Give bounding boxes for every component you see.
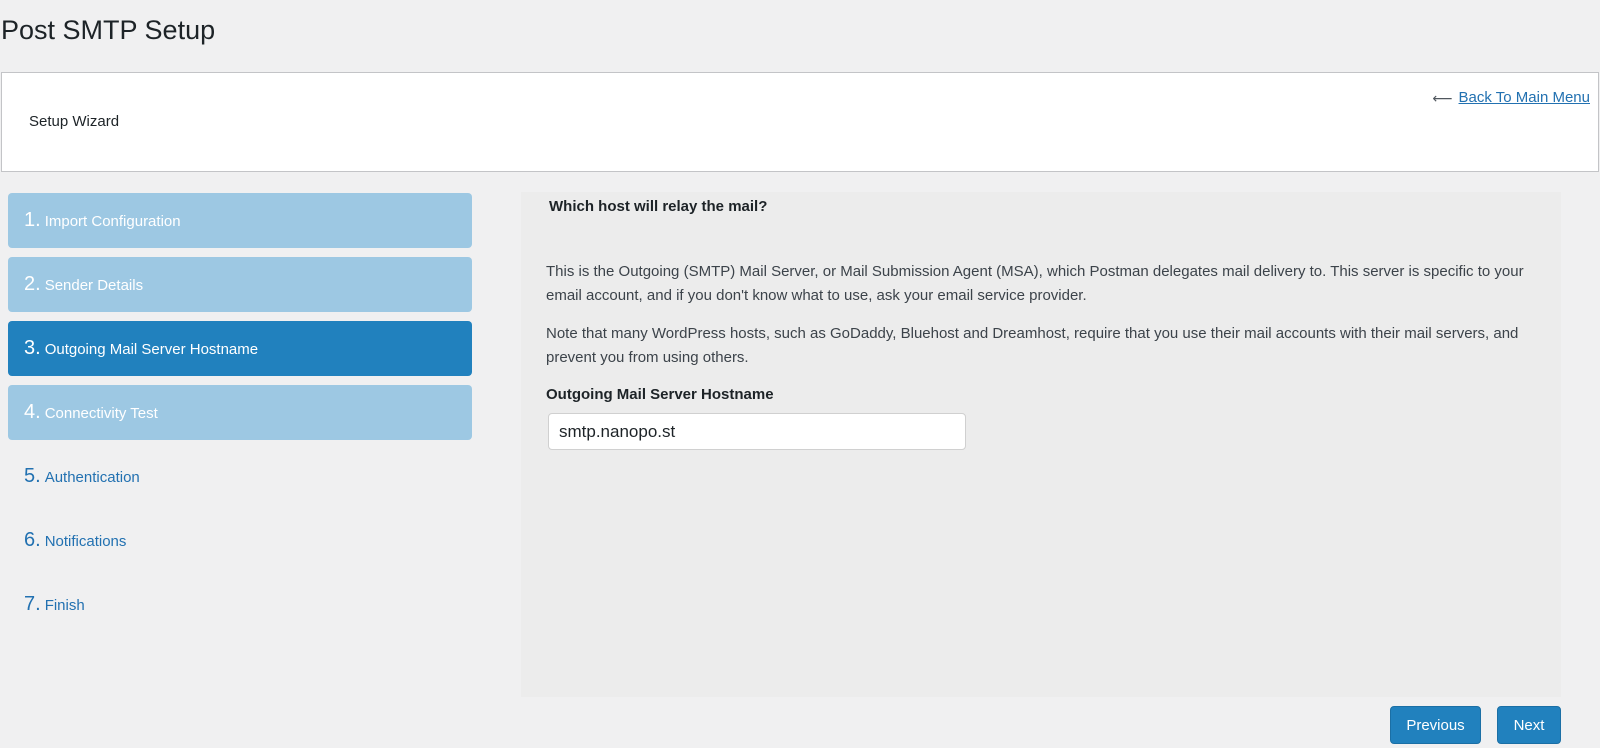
step-number: 5. [24, 465, 41, 487]
step-label: Outgoing Mail Server Hostname [44, 341, 259, 358]
step-content-panel: Which host will relay the mail? This is … [521, 192, 1561, 697]
wizard-header: Setup Wizard ⟵ Back To Main Menu [1, 72, 1599, 172]
step-label: Finish [44, 597, 85, 614]
step-question: Which host will relay the mail? [549, 198, 768, 215]
arrow-left-icon: ⟵ [1432, 89, 1453, 106]
step-label: Connectivity Test [44, 405, 158, 422]
next-button[interactable]: Next [1497, 706, 1561, 744]
step-connectivity-test[interactable]: 4. Connectivity Test [8, 385, 472, 440]
step-label: Sender Details [44, 277, 144, 294]
step-number: 7. [24, 593, 41, 615]
step-import-configuration[interactable]: 1. Import Configuration [8, 193, 472, 248]
step-number: 2. [24, 273, 41, 295]
step-sender-details[interactable]: 2. Sender Details [8, 257, 472, 312]
previous-button[interactable]: Previous [1390, 706, 1481, 744]
step-number: 4. [24, 401, 41, 423]
page-title: Post SMTP Setup [1, 15, 216, 45]
step-finish[interactable]: 7. Finish [8, 577, 472, 632]
back-to-main-menu-link[interactable]: ⟵ Back To Main Menu [1432, 89, 1590, 106]
step-outgoing-mail-server-hostname[interactable]: 3. Outgoing Mail Server Hostname [8, 321, 472, 376]
step-number: 6. [24, 529, 41, 551]
step-authentication[interactable]: 5. Authentication [8, 449, 472, 504]
description-paragraph: This is the Outgoing (SMTP) Mail Server,… [546, 263, 1524, 304]
step-label: Import Configuration [44, 213, 181, 230]
header-title: Setup Wizard [29, 113, 120, 130]
hostname-field-label: Outgoing Mail Server Hostname [546, 386, 774, 403]
step-number: 1. [24, 209, 41, 231]
wizard-steps: 1. Import Configuration 2. Sender Detail… [8, 193, 472, 641]
step-label: Notifications [44, 533, 127, 550]
note-paragraph: Note that many WordPress hosts, such as … [546, 325, 1519, 366]
back-link-label: Back To Main Menu [1458, 89, 1590, 106]
hostname-input[interactable] [548, 413, 966, 450]
step-label: Authentication [44, 469, 140, 486]
step-number: 3. [24, 337, 41, 359]
step-notifications[interactable]: 6. Notifications [8, 513, 472, 568]
